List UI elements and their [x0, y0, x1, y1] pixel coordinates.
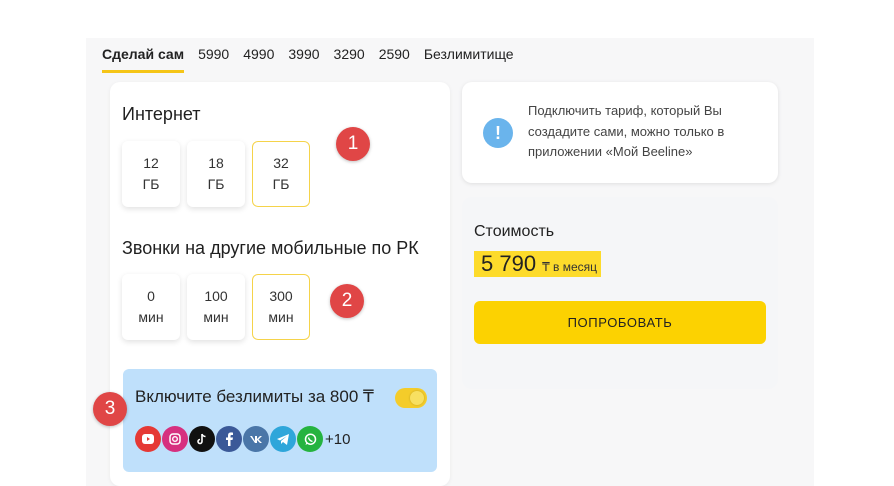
- step-badge-2: 2: [330, 284, 364, 318]
- info-text: Подключить тариф, который Вы создадите с…: [528, 103, 725, 159]
- option-value: 32: [273, 155, 289, 171]
- exclamation-icon: !: [483, 118, 513, 148]
- tab-2590[interactable]: 2590: [379, 46, 410, 73]
- internet-option-18[interactable]: 18 ГБ: [187, 141, 245, 207]
- step-badge-3: 3: [93, 392, 127, 426]
- price-unit: ₸ в месяц: [542, 260, 598, 274]
- tab-4990[interactable]: 4990: [243, 46, 274, 73]
- option-value: 12: [143, 155, 159, 171]
- tab-make-yourself[interactable]: Сделай сам: [102, 46, 185, 73]
- more-apps-count: +10: [325, 430, 351, 448]
- option-unit: мин: [268, 309, 294, 325]
- try-button[interactable]: ПОПРОБОВАТЬ: [474, 301, 766, 344]
- whatsapp-icon: [297, 426, 323, 452]
- option-unit: ГБ: [142, 176, 160, 192]
- internet-option-32[interactable]: 32 ГБ: [252, 141, 310, 207]
- calls-option-0[interactable]: 0 мин: [122, 274, 180, 340]
- option-unit: ГБ: [207, 176, 225, 192]
- calls-title: Звонки на другие мобильные по РК: [122, 238, 419, 258]
- tariff-tabs: Сделай сам 5990 4990 3990 3290 2590 Безл…: [102, 46, 528, 73]
- tiktok-icon: [189, 426, 215, 452]
- calls-option-300[interactable]: 300 мин: [252, 274, 310, 340]
- unlimited-toggle[interactable]: [395, 388, 427, 408]
- youtube-icon: [135, 426, 161, 452]
- price-card: Стоимость 5 790 ₸ в месяц: [462, 197, 778, 389]
- option-unit: ГБ: [272, 176, 290, 192]
- app-icons-row: +10: [135, 426, 350, 452]
- telegram-icon: [270, 426, 296, 452]
- tab-5990[interactable]: 5990: [198, 46, 229, 73]
- toggle-knob: [410, 391, 424, 405]
- tab-3290[interactable]: 3290: [334, 46, 365, 73]
- vk-icon: [243, 426, 269, 452]
- price-label: Стоимость: [474, 223, 555, 240]
- price-value: 5 790: [481, 251, 537, 276]
- internet-option-12[interactable]: 12 ГБ: [122, 141, 180, 207]
- price-highlight: 5 790 ₸ в месяц: [474, 251, 602, 277]
- info-notice: ! Подключить тариф, который Вы создадите…: [462, 82, 778, 183]
- option-value: 18: [208, 155, 224, 171]
- option-value: 0: [147, 288, 155, 304]
- option-value: 100: [204, 288, 228, 304]
- tab-3990[interactable]: 3990: [288, 46, 319, 73]
- tab-unlimited[interactable]: Безлимитище: [424, 46, 514, 73]
- facebook-icon: [216, 426, 242, 452]
- instagram-icon: [162, 426, 188, 452]
- option-unit: мин: [138, 309, 164, 325]
- option-unit: мин: [203, 309, 229, 325]
- internet-title: Интернет: [122, 104, 201, 124]
- unlimited-title: Включите безлимиты за 800 ₸: [135, 387, 374, 406]
- calls-option-100[interactable]: 100 мин: [187, 274, 245, 340]
- step-badge-1: 1: [336, 127, 370, 161]
- unlimited-apps-block: Включите безлимиты за 800 ₸ +10: [123, 369, 437, 472]
- option-value: 300: [269, 288, 293, 304]
